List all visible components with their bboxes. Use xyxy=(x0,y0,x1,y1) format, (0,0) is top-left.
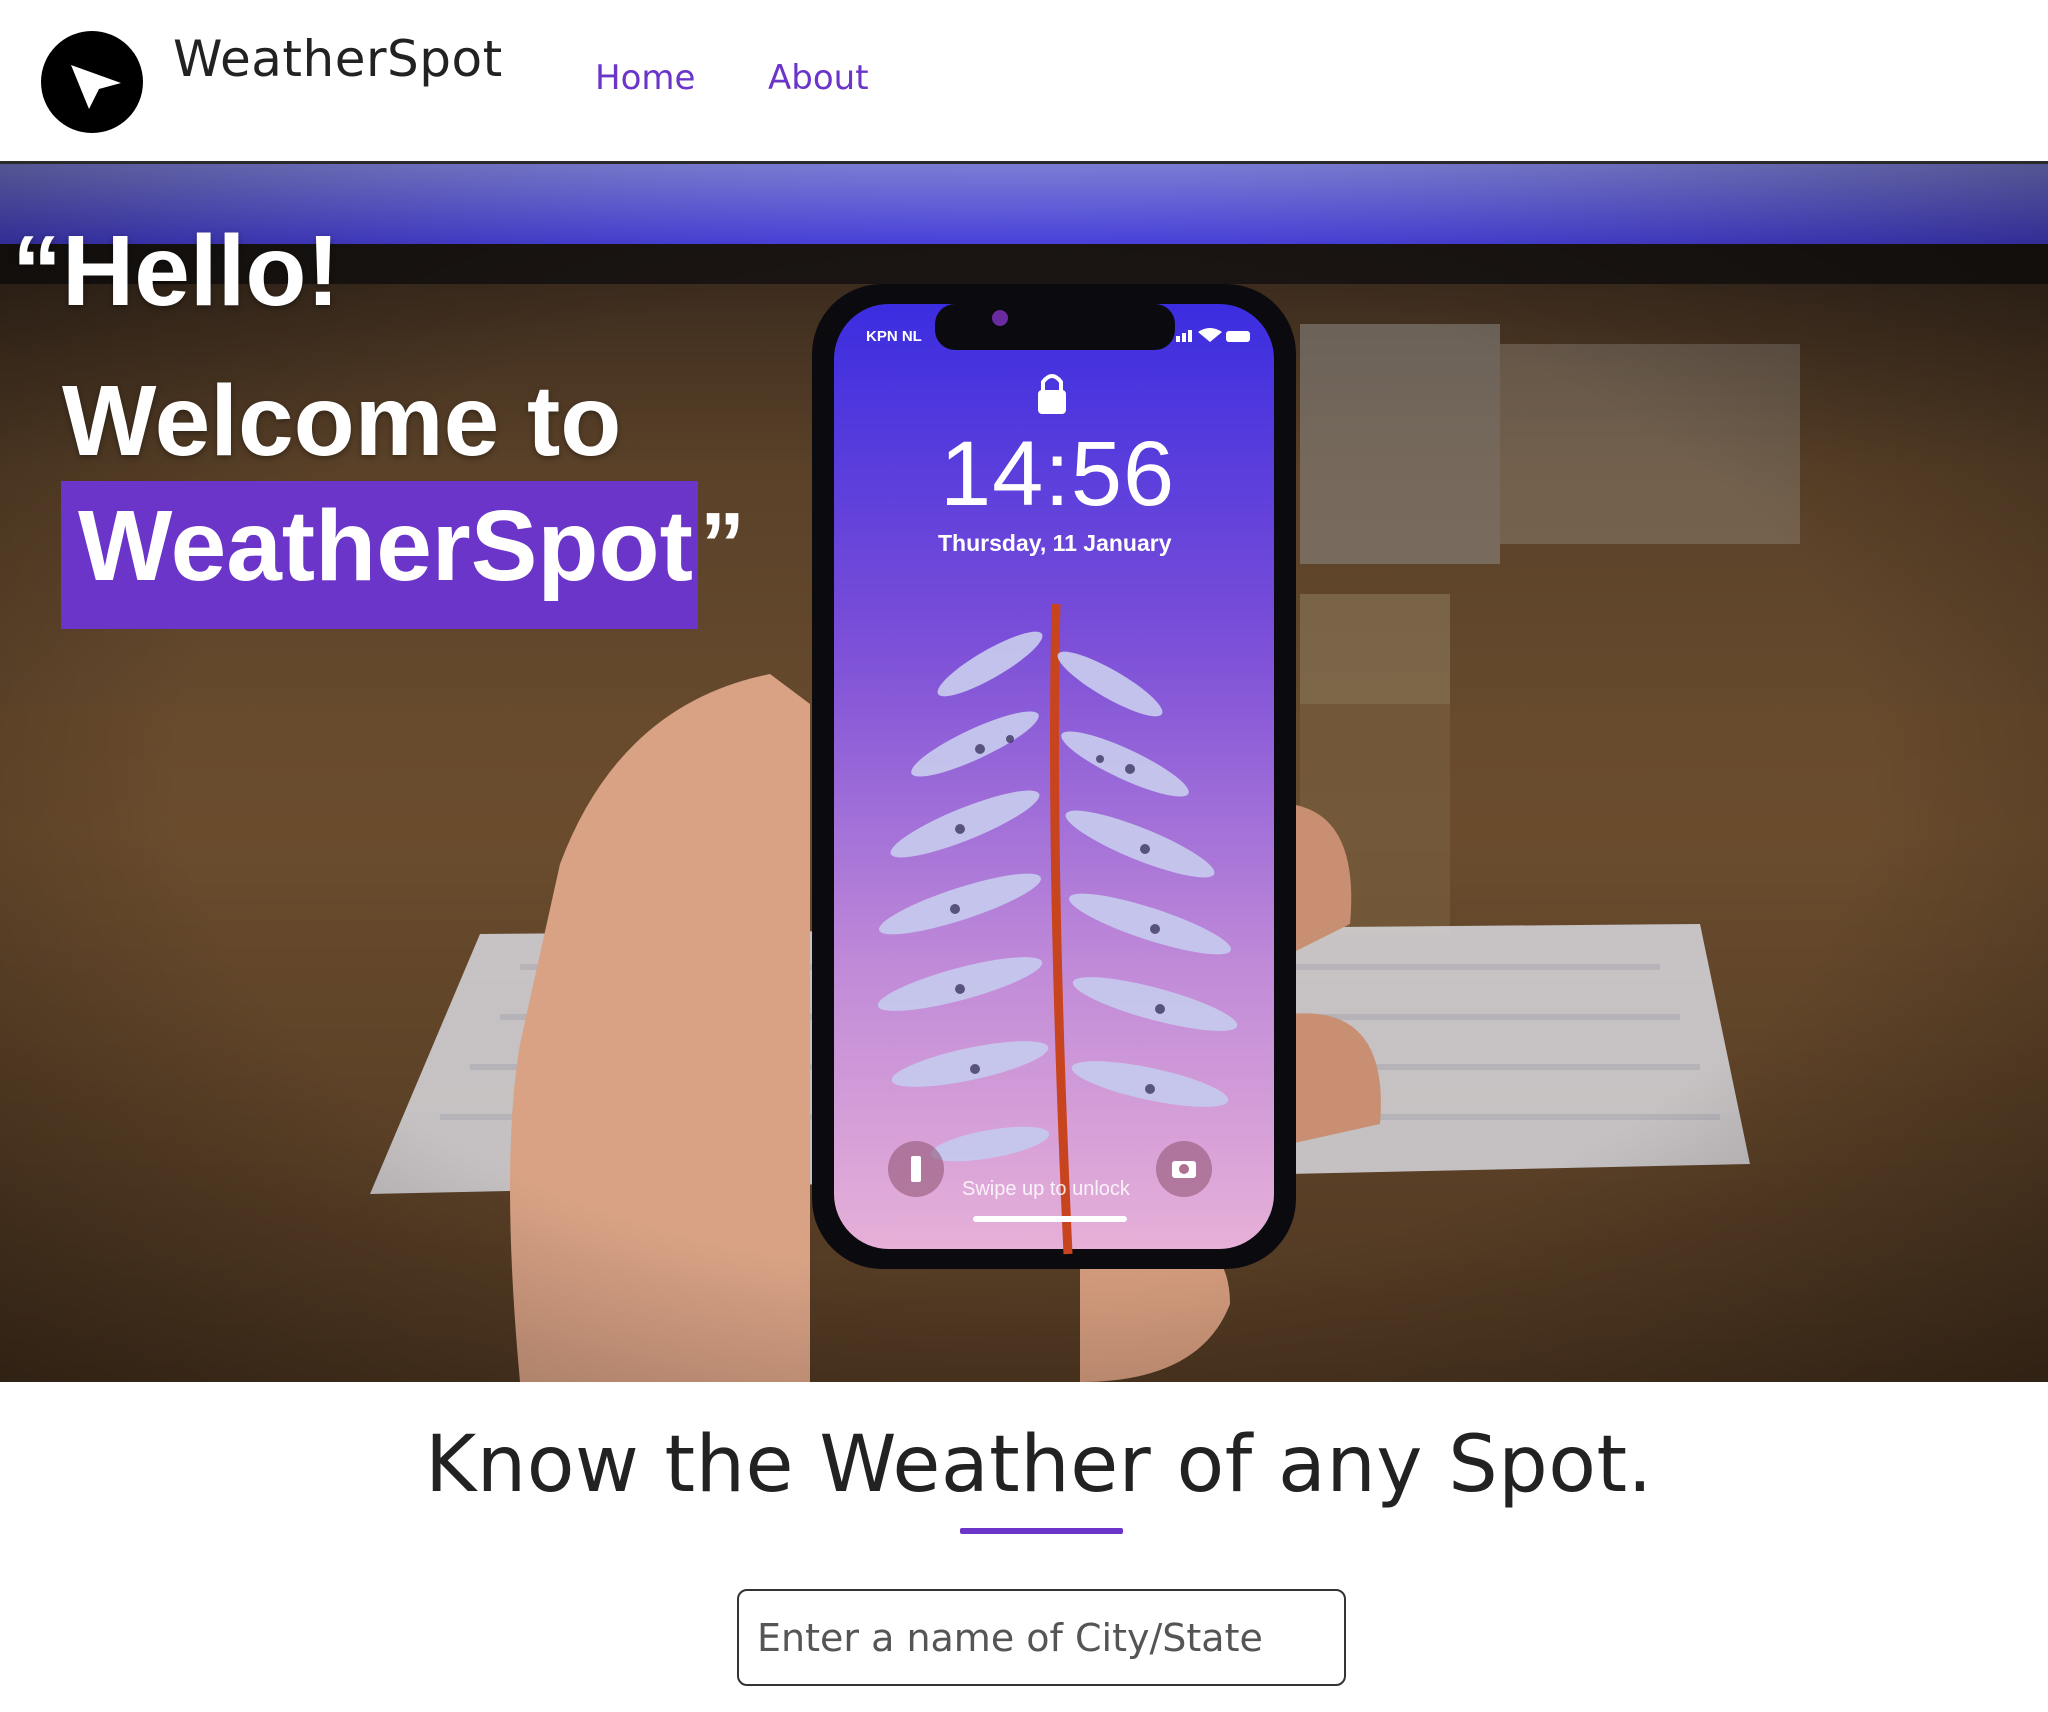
hero-welcome: Welcome to xyxy=(62,365,622,477)
city-search-input[interactable] xyxy=(737,1589,1346,1686)
brand-name[interactable]: WeatherSpot xyxy=(173,30,503,88)
hero-brand-highlight: WeatherSpot xyxy=(78,490,693,602)
hero-close-quote: ” xyxy=(700,495,745,595)
navigation-arrow-icon[interactable] xyxy=(41,31,143,133)
hero-hello: “Hello! xyxy=(12,215,340,327)
phone-date: Thursday, 11 January xyxy=(938,530,1172,556)
navbar: WeatherSpot Home About xyxy=(0,0,2048,164)
nav-link-home[interactable]: Home xyxy=(595,58,695,98)
phone-clock: 14:56 xyxy=(940,423,1176,525)
hero-banner: KPN NL 14:56 Thursday, 11 January Swipe … xyxy=(0,164,2048,1382)
phone-swipe-hint: Swipe up to unlock xyxy=(962,1178,1130,1200)
page-tagline: Know the Weather of any Spot. xyxy=(425,1420,1653,1510)
tagline-underline xyxy=(960,1528,1123,1534)
phone-carrier: KPN NL xyxy=(866,328,922,345)
nav-link-about[interactable]: About xyxy=(768,58,869,98)
